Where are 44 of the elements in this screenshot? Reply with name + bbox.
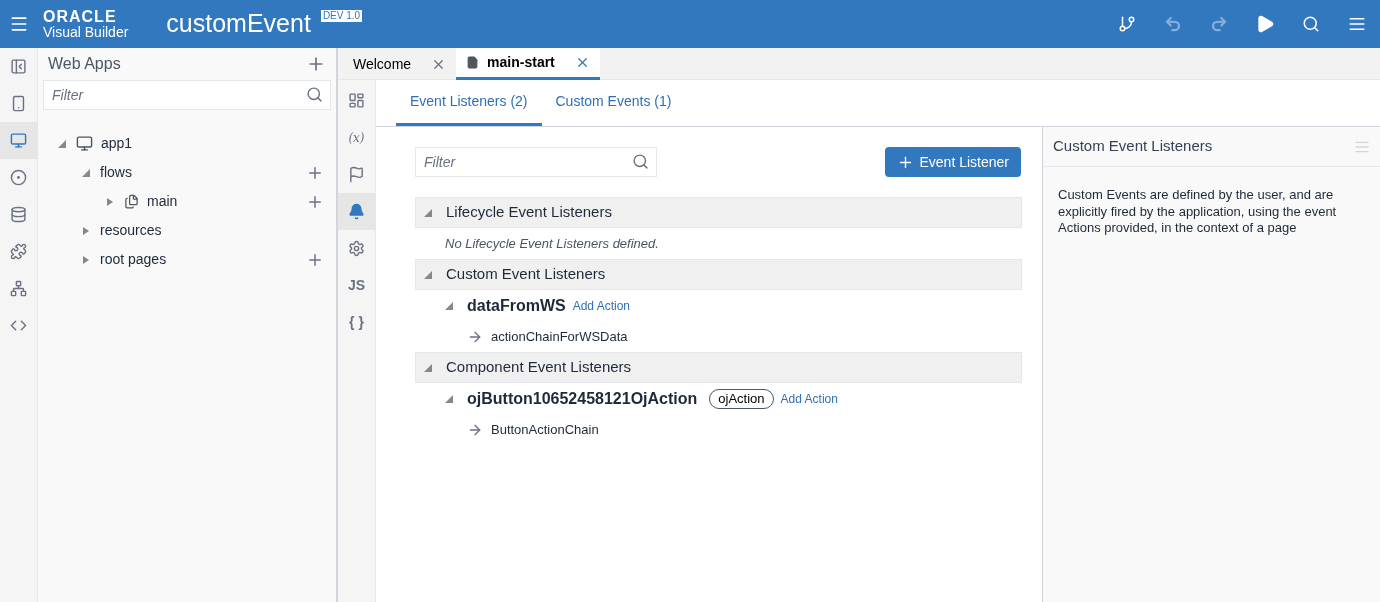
panel-title: Custom Event Listeners	[1053, 136, 1213, 157]
action-chain-link[interactable]: actionChainForWSData	[491, 326, 628, 347]
app-title: customEvent	[166, 8, 311, 40]
tree-item[interactable]: app1	[101, 133, 133, 154]
tree-item[interactable]: main	[147, 191, 178, 212]
filter-field[interactable]: Filter	[43, 80, 331, 110]
search-icon	[632, 153, 649, 170]
section-header[interactable]: Component Event Listeners	[415, 352, 1022, 383]
add-action-link[interactable]: Add Action	[572, 296, 631, 315]
tree-item[interactable]: root pages	[100, 249, 167, 270]
search-icon[interactable]	[1302, 15, 1320, 33]
section-header[interactable]: Custom Event Listeners	[415, 259, 1022, 290]
rail-tab[interactable]: (x)	[337, 119, 376, 156]
editor-tab[interactable]: Welcome	[343, 48, 457, 80]
rail-tab[interactable]: { }	[337, 304, 376, 341]
monitor-icon	[76, 135, 93, 152]
add-action-link[interactable]: Add Action	[780, 389, 838, 408]
menu-icon[interactable]	[1348, 15, 1366, 33]
logo-text: ORACLE	[43, 9, 118, 25]
version-badge: DEV 1.0	[320, 10, 363, 22]
pages-icon	[124, 194, 139, 209]
tree-item[interactable]: resources	[100, 220, 162, 241]
bell-icon[interactable]	[337, 193, 376, 230]
logo-subtitle: Visual Builder	[43, 25, 129, 39]
filter-field[interactable]: Filter	[415, 147, 657, 177]
tree-item[interactable]: flows	[100, 162, 132, 183]
editor-tab[interactable]: main-start	[456, 48, 600, 80]
menu-icon[interactable]	[9, 14, 29, 34]
empty-message: No Lifecycle Event Listeners defined.	[444, 234, 660, 253]
search-icon	[306, 86, 323, 103]
view-tab[interactable]: Custom Events (1)	[541, 79, 686, 126]
view-tab[interactable]: Event Listeners (2)	[396, 79, 542, 126]
panel-title: Web Apps	[48, 54, 121, 74]
section-header[interactable]: Lifecycle Event Listeners	[415, 197, 1022, 228]
add-event-listener-button[interactable]: Event Listener	[884, 147, 1021, 177]
panel-description: Custom Events are defined by the user, and are explicitly fired by the application, using the event Actions provided, in the context of a page	[1057, 186, 1338, 237]
monitor-icon[interactable]	[0, 122, 38, 159]
git-icon[interactable]	[1118, 15, 1136, 33]
listener-name: ojButton10652458121OjAction	[467, 388, 698, 409]
action-chain-link[interactable]: ButtonActionChain	[491, 419, 599, 440]
file-icon	[466, 56, 480, 69]
run-icon[interactable]	[1255, 14, 1275, 34]
listener-name: dataFromWS	[467, 295, 566, 316]
rail-tab[interactable]: JS	[337, 267, 376, 304]
